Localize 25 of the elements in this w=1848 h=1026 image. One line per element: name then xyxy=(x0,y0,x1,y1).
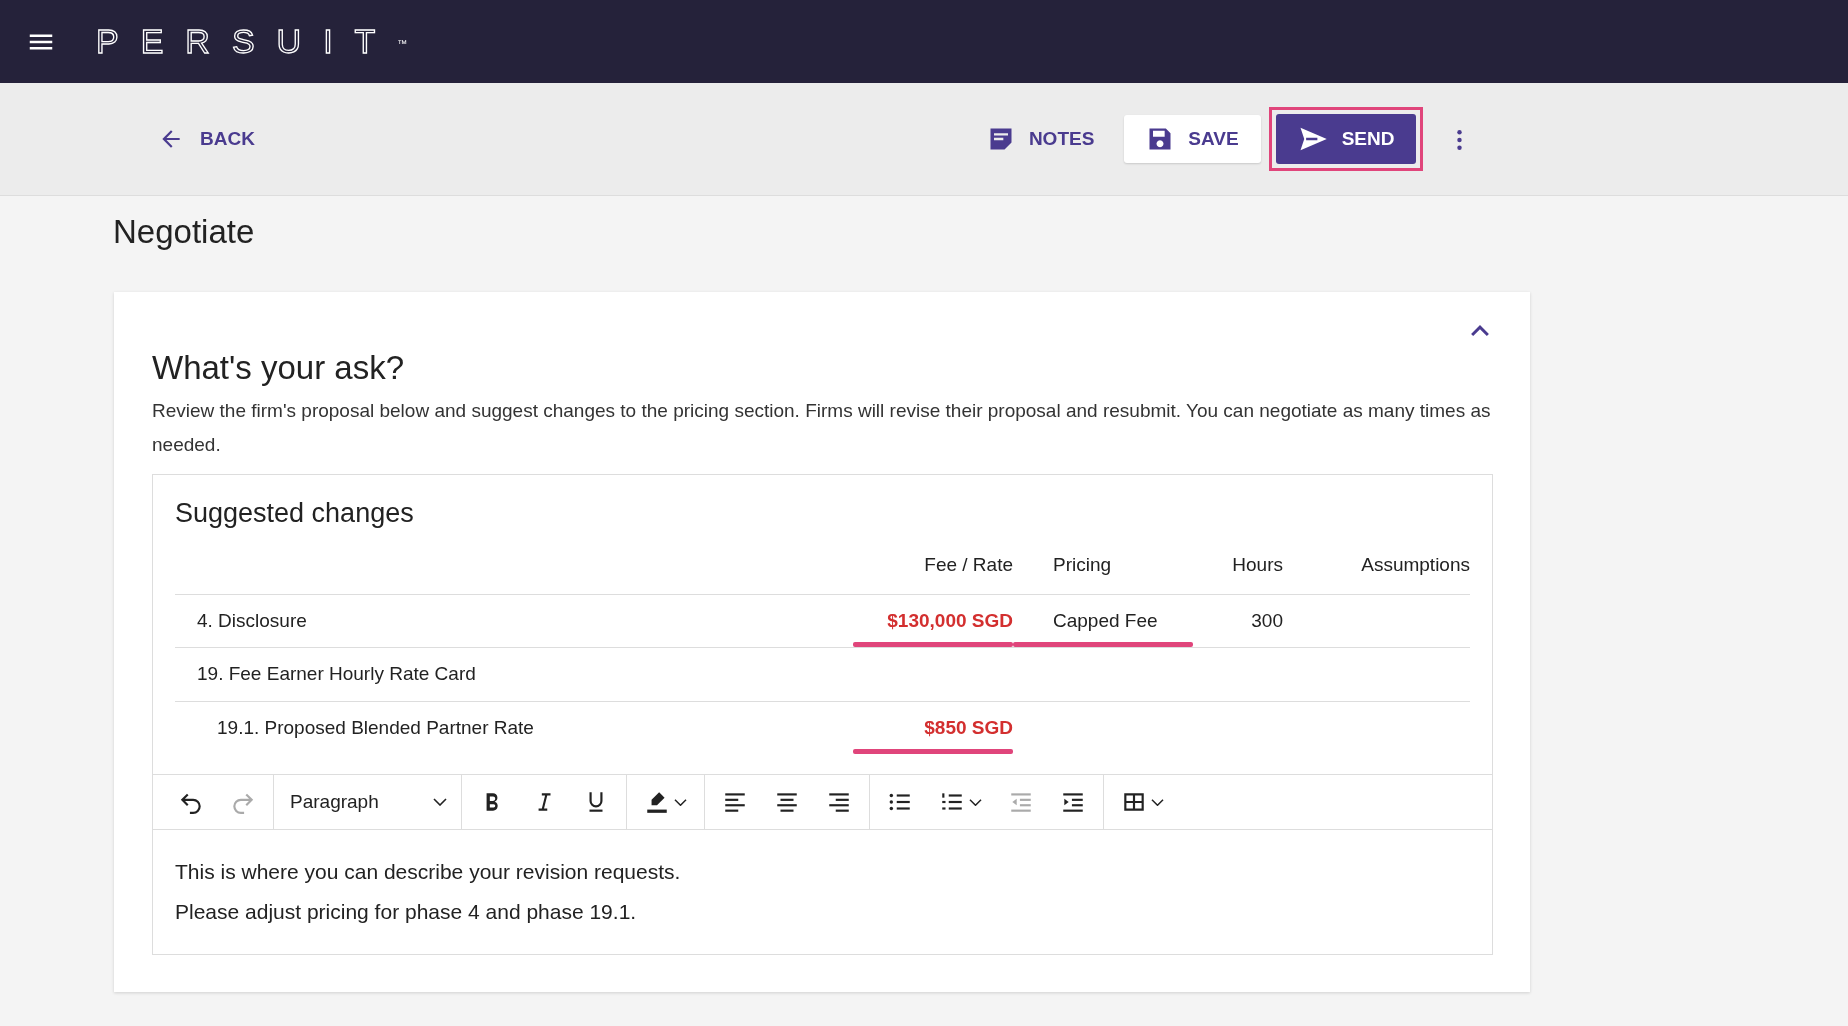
send-button[interactable]: SEND xyxy=(1275,114,1417,164)
back-button[interactable]: BACK xyxy=(148,116,265,162)
suggested-changes-title: Suggested changes xyxy=(175,496,415,530)
trademark: ™ xyxy=(397,37,408,51)
column-header: Fee / Rate xyxy=(924,554,1013,576)
table-cell: 300 xyxy=(1251,609,1283,631)
page-title: Negotiate xyxy=(113,212,256,252)
editor-text: Please adjust pricing for phase 4 and phase 19.1. xyxy=(175,899,638,926)
text-editor[interactable]: This is where you can describe your revision requests. Please adjust pricing for phase 4 and phase 19.1. xyxy=(153,830,1492,955)
row-label: 19.1. Proposed Blended Partner Rate xyxy=(217,716,534,738)
save-button[interactable]: SAVE xyxy=(1124,114,1261,164)
description-text: Review the firm's proposal below and suggest changes to the pricing section. Firms will revise their proposal and resubmit. You can negotiate as many times as needed. xyxy=(152,398,1492,457)
column-header: Assumptions xyxy=(1361,554,1470,576)
column-header: Pricing xyxy=(1053,554,1112,576)
fee-value: $850 SGD xyxy=(924,716,1013,738)
fee-value: $130,000 SGD xyxy=(887,609,1013,631)
row-label: 19. Fee Earner Hourly Rate Card xyxy=(197,663,476,685)
column-header: Hours xyxy=(1232,554,1283,576)
row-label: 4. Disclosure xyxy=(197,609,307,631)
editor-text: This is where you can describe your revision requests. xyxy=(175,859,682,886)
paragraph-dropdown[interactable]: Paragraph xyxy=(280,781,455,823)
logo: PERSUIT xyxy=(96,21,398,62)
table-cell: Capped Fee xyxy=(1053,609,1158,631)
section-heading: What's your ask? xyxy=(152,348,406,388)
notes-button[interactable]: NOTES xyxy=(964,114,1117,164)
